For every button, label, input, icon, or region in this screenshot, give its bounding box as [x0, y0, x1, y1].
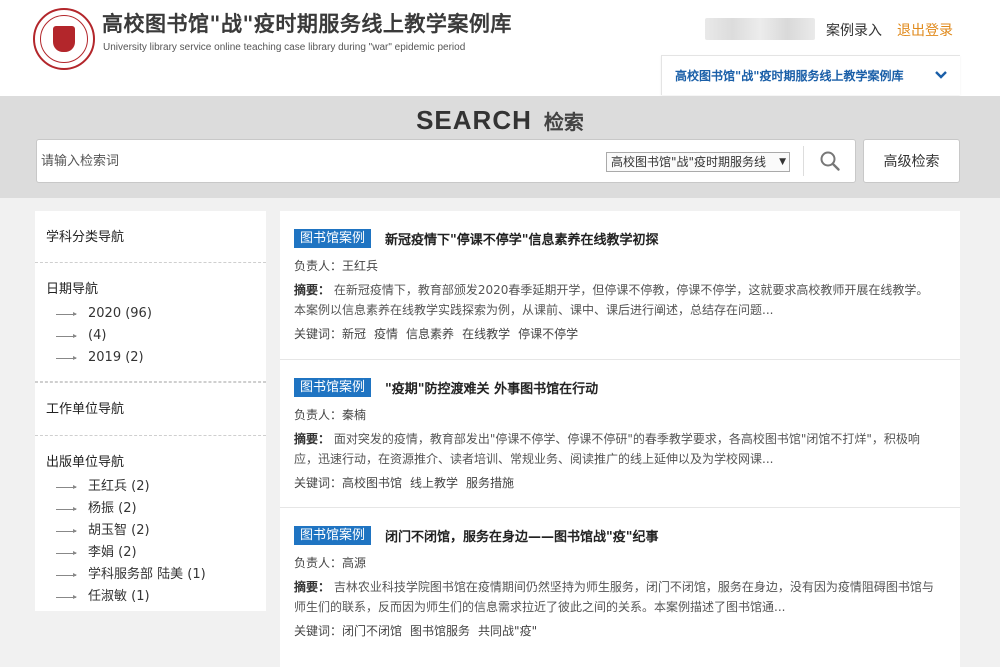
search-scope-select[interactable]: 高校图书馆"战"疫时期服务线 ▼ — [606, 152, 790, 172]
case-abstract: 摘要： 面对突发的疫情，教育部发出"停课不停学、停课不停研"的春季教学要求，各高… — [294, 432, 920, 466]
publisher-nav-heading: 出版单位导航 — [46, 455, 125, 470]
keyword-link[interactable]: 共同战"疫" — [478, 624, 537, 638]
university-seal-icon[interactable] — [33, 8, 95, 70]
publisher-list: 王红兵 (2) 杨振 (2) 胡玉智 (2) 李娟 (2) 学科服务部 陆美 (… — [46, 476, 255, 608]
arrow-right-icon — [56, 356, 77, 360]
arrow-right-icon — [56, 529, 77, 533]
search-button[interactable] — [804, 140, 856, 182]
date-list: 2020 (96) (4) 2019 (2) — [46, 303, 255, 369]
arrow-right-icon — [56, 312, 77, 316]
library-selector-label: 高校图书馆"战"疫时期服务线上教学案例库 — [675, 69, 904, 83]
keyword-link[interactable]: 线上教学 — [410, 476, 458, 490]
search-heading-en: SEARCH — [416, 105, 532, 135]
logout-link[interactable]: 退出登录 — [897, 20, 953, 40]
arrow-right-icon — [56, 573, 77, 577]
keyword-link[interactable]: 闭门不闭馆 — [342, 624, 402, 638]
case-item: 图书馆案例 新冠疫情下"停课不停学"信息素养在线教学初探 负责人：王红兵 摘要：… — [280, 211, 960, 359]
case-owner: 负责人：高源 — [294, 556, 367, 570]
date-nav: 日期导航 2020 (96) (4) 2019 (2) — [35, 263, 266, 382]
case-title-link[interactable]: 新冠疫情下"停课不停学"信息素养在线教学初探 — [385, 229, 659, 248]
date-item[interactable]: (4) — [46, 325, 255, 347]
case-entry-link[interactable]: 案例录入 — [826, 20, 882, 40]
arrow-right-icon — [56, 485, 77, 489]
arrow-right-icon — [56, 551, 77, 555]
date-item[interactable]: 2020 (96) — [46, 303, 255, 325]
keyword-link[interactable]: 服务措施 — [466, 476, 514, 490]
date-item[interactable]: 2019 (2) — [46, 347, 255, 369]
unit-nav: 工作单位导航 — [35, 382, 266, 436]
advanced-search-button[interactable]: 高级检索 — [863, 139, 960, 183]
search-icon — [820, 151, 840, 171]
triangle-down-icon: ▼ — [779, 157, 786, 167]
search-heading: SEARCH 检索 — [0, 105, 1000, 136]
search-scope-value: 高校图书馆"战"疫时期服务线 — [611, 155, 767, 169]
case-abstract: 摘要： 在新冠疫情下，教育部颁发2020春季延期开学，但停课不停教，停课不停学，… — [294, 283, 929, 317]
library-selector[interactable]: 高校图书馆"战"疫时期服务线上教学案例库 — [661, 55, 960, 95]
case-keywords: 关键词：新冠 疫情 信息素养 在线教学 停课不停学 — [294, 327, 579, 341]
arrow-right-icon — [56, 507, 77, 511]
case-owner: 负责人：秦楠 — [294, 408, 367, 422]
case-owner: 负责人：王红兵 — [294, 259, 379, 273]
case-type-badge: 图书馆案例 — [294, 228, 372, 248]
unit-nav-heading[interactable]: 工作单位导航 — [46, 398, 255, 417]
keyword-link[interactable]: 高校图书馆 — [342, 476, 402, 490]
subject-nav: 学科分类导航 — [35, 211, 266, 263]
arrow-right-icon — [56, 334, 77, 338]
keyword-link[interactable]: 疫情 — [374, 327, 398, 341]
search-box: 高校图书馆"战"疫时期服务线 ▼ — [36, 139, 856, 183]
search-heading-cn: 检索 — [543, 110, 584, 134]
chevron-down-icon — [935, 71, 947, 79]
search-section: SEARCH 检索 高校图书馆"战"疫时期服务线 ▼ 高级检索 — [0, 96, 1000, 198]
case-abstract: 摘要： 吉林农业科技学院图书馆在疫情期间仍然坚持为师生服务，闭门不闭馆，服务在身… — [294, 580, 934, 614]
case-type-badge: 图书馆案例 — [294, 525, 372, 545]
site-title: 高校图书馆"战"疫时期服务线上教学案例库 — [102, 12, 512, 36]
publisher-item[interactable]: 学科服务部 陆美 (1) — [46, 564, 255, 586]
publisher-nav: 出版单位导航 王红兵 (2) 杨振 (2) 胡玉智 (2) 李娟 (2) 学科服… — [35, 436, 266, 611]
case-title-link[interactable]: 闭门不闭馆，服务在身边——图书馆战"疫"纪事 — [385, 526, 659, 545]
keyword-link[interactable]: 新冠 — [342, 327, 366, 341]
user-name-blurred[interactable] — [705, 18, 815, 40]
keyword-link[interactable]: 在线教学 — [462, 327, 510, 341]
search-input[interactable] — [41, 148, 601, 174]
case-type-badge: 图书馆案例 — [294, 377, 372, 397]
arrow-right-icon — [56, 595, 77, 599]
date-nav-heading: 日期导航 — [46, 282, 99, 297]
sidebar: 学科分类导航 日期导航 2020 (96) (4) 2019 (2) 工作单位导… — [35, 211, 266, 611]
case-title-link[interactable]: "疫期"防控渡难关 外事图书馆在行动 — [385, 378, 598, 397]
publisher-item[interactable]: 胡玉智 (2) — [46, 520, 255, 542]
publisher-item[interactable]: 王红兵 (2) — [46, 476, 255, 498]
keyword-link[interactable]: 图书馆服务 — [410, 624, 470, 638]
case-item: 图书馆案例 "疫期"防控渡难关 外事图书馆在行动 负责人：秦楠 摘要： 面对突发… — [280, 359, 960, 507]
publisher-item[interactable]: 杨振 (2) — [46, 498, 255, 520]
publisher-item[interactable]: 李娟 (2) — [46, 542, 255, 564]
case-item: 图书馆案例 闭门不闭馆，服务在身边——图书馆战"疫"纪事 负责人：高源 摘要： … — [280, 507, 960, 655]
case-keywords: 关键词：高校图书馆 线上教学 服务措施 — [294, 476, 515, 490]
subject-nav-heading[interactable]: 学科分类导航 — [46, 226, 255, 245]
keyword-link[interactable]: 信息素养 — [406, 327, 454, 341]
publisher-item[interactable]: 任淑敏 (1) — [46, 586, 255, 608]
site-header: 高校图书馆"战"疫时期服务线上教学案例库 University library … — [0, 0, 1000, 96]
site-subtitle: University library service online teachi… — [103, 42, 466, 53]
case-list: 图书馆案例 新冠疫情下"停课不停学"信息素养在线教学初探 负责人：王红兵 摘要：… — [280, 211, 960, 667]
keyword-link[interactable]: 停课不停学 — [518, 327, 578, 341]
case-keywords: 关键词：闭门不闭馆 图书馆服务 共同战"疫" — [294, 624, 538, 638]
